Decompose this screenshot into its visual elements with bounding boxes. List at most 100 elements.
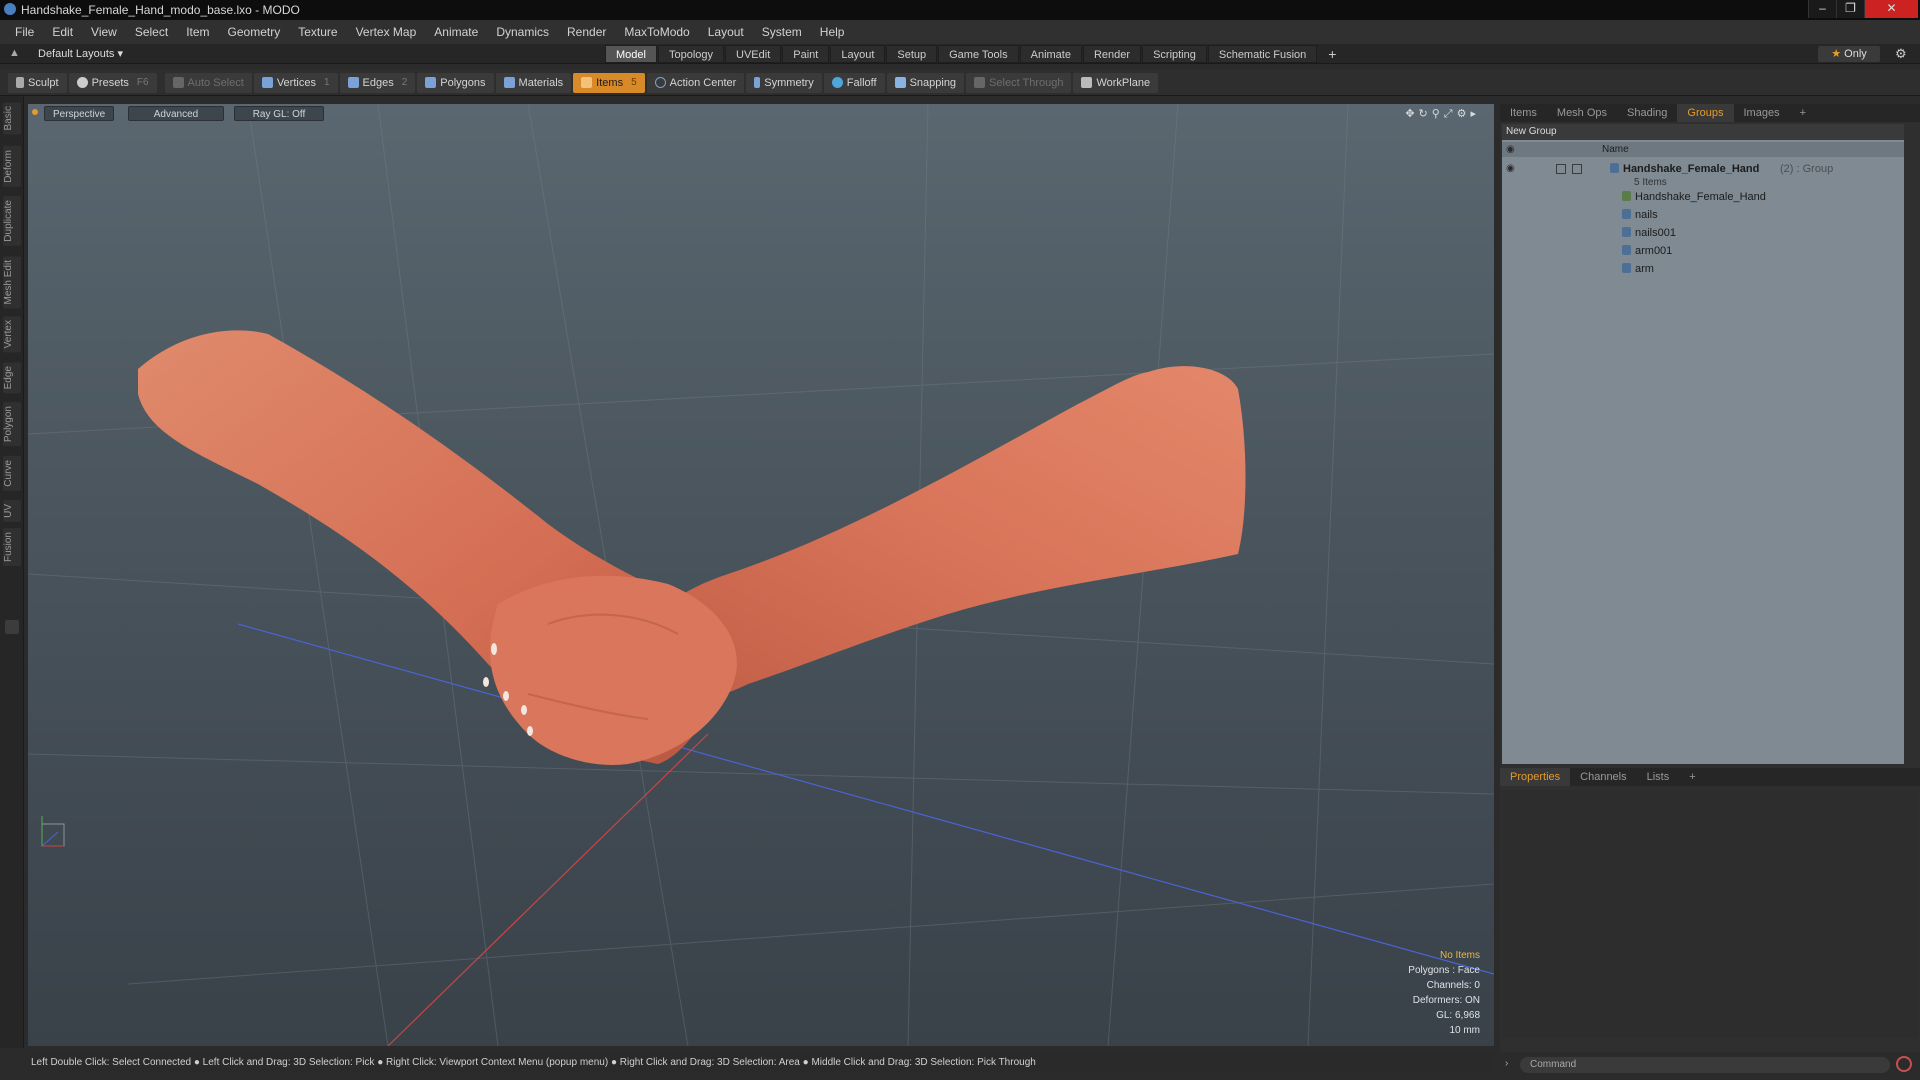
workplane-button[interactable]: WorkPlane [1073, 72, 1159, 93]
item-label: arm [1635, 263, 1654, 275]
tab-schematic-fusion[interactable]: Schematic Fusion [1207, 45, 1318, 63]
tab-lists[interactable]: Lists [1637, 771, 1680, 783]
add-panel-tab-icon[interactable]: + [1790, 107, 1816, 119]
gear-icon[interactable]: ⚙ [1895, 46, 1907, 62]
menu-vertex-map[interactable]: Vertex Map [347, 25, 426, 39]
menu-maxtomodo[interactable]: MaxToModo [615, 25, 698, 39]
menu-item[interactable]: Item [177, 25, 218, 39]
tab-shading[interactable]: Shading [1617, 107, 1677, 119]
edges-button[interactable]: Edges 2 [339, 72, 416, 93]
tab-render[interactable]: Render [1082, 45, 1142, 63]
materials-label: Materials [518, 76, 564, 89]
minimize-button[interactable]: – [1808, 0, 1836, 18]
close-button[interactable]: ✕ [1864, 0, 1918, 18]
menu-dynamics[interactable]: Dynamics [487, 25, 558, 39]
list-item[interactable]: arm001 [1502, 242, 1904, 260]
items-button[interactable]: Items 5 [573, 72, 645, 93]
polygons-info: Polygons : Face [1408, 965, 1480, 976]
tab-paint[interactable]: Paint [782, 45, 830, 63]
presets-button[interactable]: Presets F6 [68, 72, 157, 93]
vtab-deform[interactable]: Deform [3, 146, 21, 187]
tab-topology[interactable]: Topology [657, 45, 725, 63]
tab-scripting[interactable]: Scripting [1142, 45, 1207, 63]
sculpt-button[interactable]: Sculpt [8, 72, 67, 93]
auto-select-button[interactable]: Auto Select [164, 72, 252, 93]
falloff-button[interactable]: Falloff [823, 72, 885, 93]
menu-file[interactable]: File [6, 25, 43, 39]
falloff-label: Falloff [846, 76, 877, 89]
tab-images[interactable]: Images [1734, 107, 1790, 119]
menu-select[interactable]: Select [126, 25, 177, 39]
tab-items[interactable]: Items [1500, 107, 1547, 119]
only-button[interactable]: ★ Only [1818, 46, 1880, 62]
falloff-icon [831, 77, 843, 88]
menu-render[interactable]: Render [558, 25, 615, 39]
tab-animate[interactable]: Animate [1019, 45, 1082, 63]
vtab-basic[interactable]: Basic [3, 102, 21, 135]
tab-game-tools[interactable]: Game Tools [938, 45, 1019, 63]
tab-mesh-ops[interactable]: Mesh Ops [1547, 107, 1617, 119]
item-label: nails [1635, 209, 1658, 221]
menu-animate[interactable]: Animate [425, 25, 487, 39]
menu-geometry[interactable]: Geometry [219, 25, 290, 39]
symmetry-button[interactable]: Symmetry [746, 72, 822, 93]
polygons-button[interactable]: Polygons [417, 72, 494, 93]
hands-mesh [489, 575, 737, 765]
menu-view[interactable]: View [82, 25, 126, 39]
layout-select[interactable]: Default Layouts ▾ [38, 47, 123, 60]
layout-tabs: Model Topology UVEdit Paint Layout Setup… [605, 45, 1347, 63]
tab-layout[interactable]: Layout [830, 45, 886, 63]
add-tab-icon[interactable]: + [1318, 45, 1346, 63]
materials-button[interactable]: Materials [495, 72, 572, 93]
vtab-edge[interactable]: Edge [3, 362, 21, 394]
3d-viewport[interactable]: No Items Polygons : Face Channels: 0 Def… [28, 104, 1494, 1046]
snapping-button[interactable]: Snapping [886, 72, 965, 93]
list-item[interactable]: nails [1502, 206, 1904, 224]
menu-system[interactable]: System [753, 25, 811, 39]
maximize-button[interactable]: ❐ [1836, 0, 1864, 18]
vtab-mesh-edit[interactable]: Mesh Edit [3, 256, 21, 309]
command-arrow-icon[interactable]: › [1505, 1058, 1508, 1069]
menu-layout[interactable]: Layout [699, 25, 753, 39]
vtab-vertex[interactable]: Vertex [3, 316, 21, 353]
vtab-fusion[interactable]: Fusion [3, 528, 21, 567]
tab-groups[interactable]: Groups [1677, 104, 1734, 122]
add-bottom-tab-icon[interactable]: + [1679, 771, 1705, 783]
visibility-column-icon[interactable]: ◉ [1506, 142, 1518, 157]
layout-icon[interactable]: ▲ [9, 47, 20, 59]
group-lock-box[interactable] [1556, 164, 1566, 174]
tab-properties[interactable]: Properties [1500, 768, 1571, 786]
vertices-button[interactable]: Vertices 1 [253, 72, 338, 93]
list-item[interactable]: arm [1502, 260, 1904, 278]
menu-texture[interactable]: Texture [289, 25, 346, 39]
vtab-duplicate[interactable]: Duplicate [3, 196, 21, 246]
new-group-button[interactable]: New Group [1502, 124, 1904, 140]
perspective-button[interactable]: Perspective [44, 106, 115, 121]
tab-uvedit[interactable]: UVEdit [725, 45, 782, 63]
raygl-button[interactable]: Ray GL: Off [234, 106, 324, 121]
groups-column-header: ◉ Name [1502, 142, 1904, 157]
x-axis-line [237, 623, 1494, 975]
strip-toggle-icon[interactable] [5, 620, 19, 634]
stop-icon[interactable] [1896, 1056, 1912, 1072]
name-column-header[interactable]: Name [1602, 142, 1629, 157]
menu-edit[interactable]: Edit [43, 25, 82, 39]
vertices-label: Vertices [276, 76, 316, 89]
action-center-button[interactable]: Action Center [646, 72, 745, 93]
tab-setup[interactable]: Setup [886, 45, 938, 63]
vtab-polygon[interactable]: Polygon [3, 402, 21, 447]
viewport-dot-icon[interactable] [32, 109, 38, 115]
list-item[interactable]: nails001 [1502, 224, 1904, 242]
select-through-button[interactable]: Select Through [966, 72, 1072, 93]
group-select-box[interactable] [1572, 164, 1582, 174]
command-input[interactable]: Command [1520, 1057, 1890, 1073]
tab-channels[interactable]: Channels [1570, 771, 1636, 783]
viewport-nav-icons[interactable]: ✥↻⚲⤢⚙▸ [1405, 107, 1480, 121]
vtab-uv[interactable]: UV [3, 500, 21, 522]
vtab-curve[interactable]: Curve [3, 456, 21, 491]
advanced-button[interactable]: Advanced [128, 106, 224, 121]
items-label: Items [596, 76, 624, 89]
tab-model[interactable]: Model [605, 45, 657, 63]
list-item[interactable]: Handshake_Female_Hand [1502, 188, 1904, 206]
menu-help[interactable]: Help [811, 25, 854, 39]
